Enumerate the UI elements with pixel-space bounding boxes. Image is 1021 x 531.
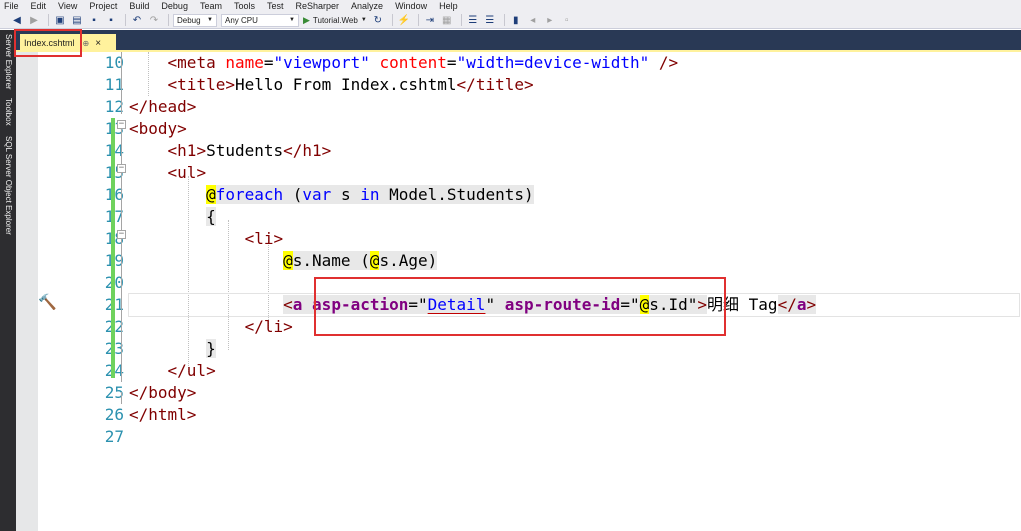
- run-target-label: Tutorial.Web: [312, 15, 358, 25]
- code-lines: <meta name="viewport" content="width=dev…: [128, 52, 1020, 448]
- tab-highlight-box: [14, 29, 82, 57]
- line-number: 23: [74, 338, 124, 360]
- menu-view[interactable]: View: [58, 1, 77, 12]
- browser-link-icon[interactable]: ⚡: [397, 14, 411, 27]
- line-number: 25: [104, 383, 124, 402]
- platform-select[interactable]: Any CPU ▼: [221, 13, 299, 27]
- toolbar-separator: [460, 14, 462, 26]
- toolbar-separator: [125, 14, 126, 26]
- code-highlight-box: [314, 277, 726, 336]
- menu-window[interactable]: Window: [395, 1, 427, 12]
- glyph-margin[interactable]: [16, 52, 38, 531]
- code-line: {: [206, 207, 216, 226]
- code-line: <body>: [129, 119, 187, 138]
- hammer-icon[interactable]: 🔨: [38, 293, 57, 311]
- code-line: <h1>Students</h1>: [167, 141, 332, 160]
- code-line: }: [206, 339, 216, 358]
- chevron-down-icon: ▼: [360, 17, 367, 23]
- toolbar-separator: [48, 14, 49, 26]
- code-line: </html>: [129, 405, 197, 424]
- line-number: 19: [74, 250, 124, 272]
- layout-icon[interactable]: ▦: [440, 14, 454, 27]
- configuration-select[interactable]: Debug ▼: [173, 13, 217, 27]
- line-number: 20: [74, 272, 124, 294]
- play-icon: ▶: [303, 14, 310, 25]
- close-icon[interactable]: ×: [95, 38, 101, 49]
- chevron-down-icon: ▼: [207, 17, 213, 23]
- menu-resharper[interactable]: ReSharper: [296, 1, 340, 12]
- code-line: <meta name="viewport" content="width=dev…: [167, 53, 679, 72]
- prev-bookmark-icon[interactable]: ◂: [526, 14, 540, 27]
- toolbar-separator: [503, 14, 505, 26]
- save-all-icon[interactable]: ▪: [104, 14, 118, 27]
- code-line: </head>: [129, 97, 197, 116]
- refresh-icon[interactable]: ↻: [371, 14, 385, 27]
- menu-edit[interactable]: Edit: [31, 1, 47, 12]
- next-bookmark-icon[interactable]: ▸: [543, 14, 557, 27]
- chevron-down-icon: ▼: [289, 17, 295, 23]
- uncomment-icon[interactable]: ☰: [483, 14, 497, 27]
- menu-file[interactable]: File: [4, 1, 19, 12]
- code-line: @foreach (var s in Model.Students): [206, 185, 534, 204]
- code-line: @s.Name (@s.Age): [283, 251, 438, 270]
- new-project-icon[interactable]: ▣: [53, 14, 67, 27]
- redo-icon[interactable]: ↷: [147, 14, 161, 27]
- document-tab-well: Index.cshtml ⊕ ×: [16, 30, 1021, 52]
- line-number: 12: [104, 97, 124, 116]
- line-numbers: 10 11 12 13 14 15 16 17 18 19 20 21 22 2…: [74, 52, 124, 448]
- tool-window-strip: Server Explorer Toolbox SQL Server Objec…: [0, 30, 16, 531]
- open-folder-icon[interactable]: ▤: [70, 14, 84, 27]
- undo-icon[interactable]: ↶: [130, 14, 144, 27]
- menu-debug[interactable]: Debug: [161, 1, 188, 12]
- menu-help[interactable]: Help: [439, 1, 458, 12]
- line-number: 22: [74, 316, 124, 338]
- side-tab-sql-server-object-explorer[interactable]: SQL Server Object Explorer: [1, 136, 15, 235]
- toolbar-separator: [417, 14, 419, 26]
- comment-icon[interactable]: ☰: [466, 14, 480, 27]
- line-number: 27: [104, 427, 124, 446]
- toolbar-separator: [391, 14, 393, 26]
- step-icon[interactable]: ⇥: [423, 14, 437, 27]
- code-line: <ul>: [167, 163, 207, 182]
- line-number: 17: [74, 206, 124, 228]
- menu-build[interactable]: Build: [129, 1, 149, 12]
- code-line: </body>: [129, 383, 197, 402]
- code-line: </ul>: [167, 361, 216, 380]
- toolbar-separator: [168, 14, 169, 26]
- collapse-icon[interactable]: −: [117, 230, 126, 239]
- side-tab-server-explorer[interactable]: Server Explorer: [1, 34, 15, 90]
- back-icon[interactable]: ◀: [10, 14, 24, 27]
- outline-line: [121, 392, 122, 404]
- platform-value: Any CPU: [225, 15, 258, 25]
- line-number: 26: [104, 405, 124, 424]
- save-icon[interactable]: ▪: [87, 14, 101, 27]
- line-number: 11: [104, 75, 124, 94]
- configuration-value: Debug: [177, 15, 201, 25]
- line-number: 24: [74, 360, 124, 382]
- collapse-icon[interactable]: −: [117, 164, 126, 173]
- code-line: <title>Hello From Index.cshtml</title>: [167, 75, 534, 94]
- clear-bookmarks-icon[interactable]: ▫: [560, 14, 574, 27]
- menu-test[interactable]: Test: [267, 1, 284, 12]
- menu-bar: File Edit View Project Build Debug Team …: [0, 0, 1021, 12]
- bookmark-icon[interactable]: ▮: [509, 14, 523, 27]
- line-number: 16: [74, 184, 124, 206]
- line-number: 14: [74, 140, 124, 162]
- menu-analyze[interactable]: Analyze: [351, 1, 383, 12]
- outline-line: [121, 52, 122, 114]
- code-line: <li>: [244, 229, 284, 248]
- menu-tools[interactable]: Tools: [234, 1, 255, 12]
- menu-team[interactable]: Team: [200, 1, 222, 12]
- toolbar: ◀ ▶ ▣ ▤ ▪ ▪ ↶ ↷ Debug ▼ Any CPU ▼ ▶ Tutoria…: [0, 12, 1021, 29]
- change-indicator: [111, 118, 115, 378]
- menu-project[interactable]: Project: [89, 1, 117, 12]
- pin-icon[interactable]: ⊕: [83, 39, 90, 48]
- forward-icon[interactable]: ▶: [27, 14, 41, 27]
- collapse-icon[interactable]: −: [117, 120, 126, 129]
- side-tab-toolbox[interactable]: Toolbox: [1, 98, 15, 126]
- line-number: 21: [74, 294, 124, 316]
- start-debugging-button[interactable]: ▶ Tutorial.Web ▼: [303, 15, 367, 26]
